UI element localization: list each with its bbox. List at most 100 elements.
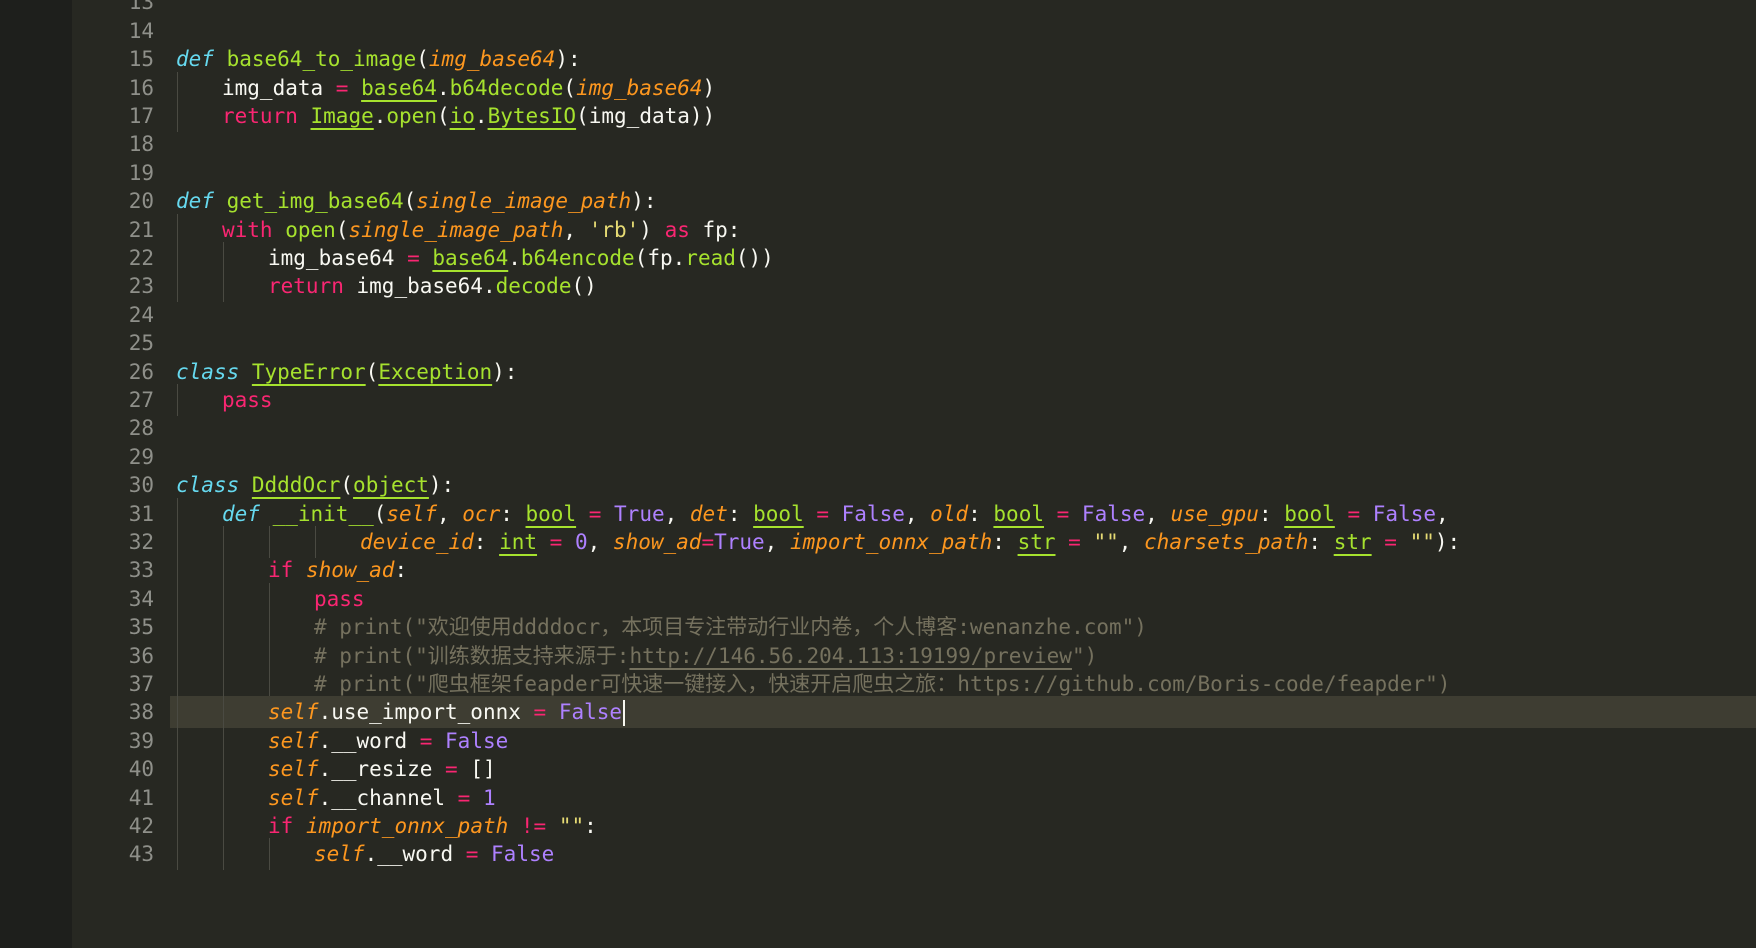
code-line[interactable] — [170, 128, 1756, 160]
code-line[interactable]: if import_onnx_path != "": — [170, 810, 1756, 842]
code-token: b64decode — [449, 75, 564, 100]
code-token: import_onnx_path — [305, 814, 509, 838]
code-line[interactable]: return img_base64.decode() — [170, 270, 1756, 303]
code-line[interactable]: def __init__(self, ocr: bool = True, det… — [170, 497, 1756, 530]
code-token: False — [841, 501, 905, 526]
code-token: io — [449, 104, 475, 128]
indent-guide — [223, 753, 224, 786]
code-token: # print("训练数据支持来源于: — [314, 643, 630, 668]
code-token: base64 — [432, 246, 509, 270]
code-text: class DdddOcr(object): — [176, 469, 454, 501]
code-line[interactable]: self.__word = False — [170, 838, 1756, 871]
code-line[interactable] — [170, 441, 1756, 473]
code-line[interactable]: return Image.open(io.BytesIO(img_data)) — [170, 100, 1756, 132]
code-line[interactable]: class TypeError(Exception): — [170, 356, 1756, 388]
code-token: return — [222, 104, 298, 128]
code-token: single_image_path — [416, 189, 632, 214]
code-line[interactable]: img_base64 = base64.b64encode(fp.read()) — [170, 242, 1756, 274]
code-token: = — [576, 501, 615, 526]
indent-guide — [223, 724, 224, 757]
code-token: . — [373, 104, 387, 128]
code-token: : — [500, 501, 526, 526]
code-token: : — [992, 530, 1018, 554]
code-token: = — [537, 530, 575, 554]
code-token: ) — [639, 217, 665, 242]
code-line[interactable]: self.__word = False — [170, 724, 1756, 757]
indent-guide — [223, 696, 224, 729]
code-token: "" — [1093, 530, 1119, 554]
code-line[interactable]: pass — [170, 582, 1756, 615]
code-token: ( — [436, 104, 450, 128]
code-token: . — [364, 842, 378, 867]
code-line[interactable] — [170, 15, 1756, 47]
code-line[interactable]: pass — [170, 384, 1756, 416]
indent-guide — [177, 270, 178, 303]
code-token: = — [1055, 530, 1094, 554]
code-line[interactable]: img_data = base64.b64decode(img_base64) — [170, 71, 1756, 104]
code-token: ): — [555, 47, 581, 72]
indent-guide — [223, 554, 224, 587]
line-number: 22 — [128, 246, 154, 270]
code-token: ): — [428, 473, 455, 498]
line-number: 32 — [128, 530, 154, 554]
code-token: img_data — [222, 75, 324, 100]
indent-guide — [223, 668, 224, 700]
code-line[interactable]: def base64_to_image(img_base64): — [170, 43, 1756, 75]
code-token: ( — [416, 47, 429, 72]
code-token: ( — [340, 473, 354, 498]
code-line[interactable]: device_id: int = 0, show_ad=True, import… — [170, 526, 1756, 558]
code-token: : — [1308, 530, 1334, 554]
code-token: __word — [377, 842, 454, 867]
text-cursor — [623, 700, 626, 727]
code-token: 0 — [574, 530, 588, 554]
code-line[interactable]: self.__channel = 1 — [170, 781, 1756, 814]
current-code-line[interactable]: self.use_import_onnx = False — [170, 696, 1756, 729]
code-token: def — [222, 501, 260, 526]
code-line[interactable]: self.__resize = [] — [170, 753, 1756, 786]
indent-guide — [223, 526, 224, 558]
code-line[interactable]: if show_ad: — [170, 554, 1756, 587]
code-token: . — [318, 785, 332, 810]
line-number: 38 — [128, 700, 154, 725]
code-token: . — [318, 700, 332, 725]
code-token: = — [701, 530, 715, 554]
code-token: != — [508, 814, 559, 838]
code-line[interactable]: class DdddOcr(object): — [170, 469, 1756, 501]
code-token: # print("爬虫框架feapder可快速一键接入，快速开启爬虫之旅： — [314, 672, 958, 696]
code-editor[interactable]: def base64_to_image(img_base64): img_data… — [170, 0, 1756, 948]
code-line[interactable]: # print("训练数据支持来源于:http://146.56.204.113… — [170, 639, 1756, 672]
indent-guide — [177, 838, 178, 871]
code-token: bool — [525, 501, 577, 526]
code-line[interactable] — [170, 327, 1756, 359]
code-text: # print("爬虫框架feapder可快速一键接入，快速开启爬虫之旅：htt… — [314, 668, 1450, 700]
code-token: False — [445, 728, 509, 753]
code-line[interactable]: def get_img_base64(single_image_path): — [170, 185, 1756, 217]
code-token: )) — [689, 104, 716, 128]
code-token: , — [664, 501, 690, 526]
line-number: 23 — [128, 274, 154, 299]
code-line[interactable]: # print("爬虫框架feapder可快速一键接入，快速开启爬虫之旅：htt… — [170, 668, 1756, 700]
code-token: pass — [314, 586, 365, 611]
code-line[interactable] — [170, 299, 1756, 331]
code-token: ): — [1434, 530, 1461, 554]
code-token: False — [1081, 501, 1146, 526]
code-line[interactable]: with open(single_image_path, 'rb') as fp… — [170, 213, 1756, 246]
indent-guide — [177, 810, 178, 842]
line-number-gutter: 13 14 15 16 17 18 19 20 21 22 23 24 25 26 27 28 29 30 31 32… — [72, 0, 170, 948]
code-token: = — [445, 785, 483, 810]
code-token: : — [727, 501, 754, 526]
code-line[interactable]: # print("欢迎使用ddddocr，本项目专注带动行业内卷，个人博客:we… — [170, 611, 1756, 644]
code-token: pass — [222, 388, 273, 412]
code-line[interactable] — [170, 412, 1756, 444]
code-text: if import_onnx_path != "": — [268, 810, 597, 842]
line-number: 19 — [128, 160, 154, 185]
code-token: str — [1333, 530, 1372, 554]
code-line[interactable] — [170, 157, 1756, 189]
code-token: ): — [492, 359, 518, 384]
code-token: = — [1371, 530, 1410, 554]
code-token: self — [268, 728, 319, 753]
code-token: show_ad — [305, 558, 395, 583]
